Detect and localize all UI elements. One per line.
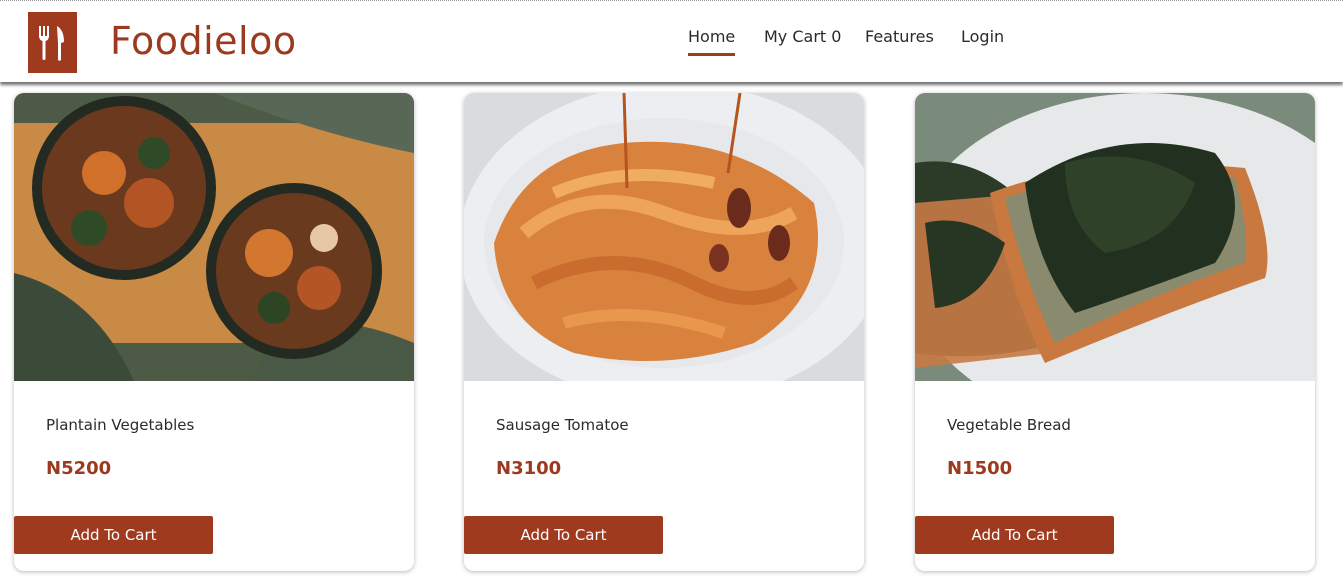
product-price: N5200 xyxy=(46,458,112,479)
spinach-toast-photo xyxy=(915,93,1315,381)
nav-my-cart[interactable]: My Cart 0 xyxy=(764,26,841,48)
site-header: Foodieloo Home My Cart 0 Features Login xyxy=(0,2,1343,82)
nav-features[interactable]: Features xyxy=(865,26,934,48)
nav-login[interactable]: Login xyxy=(961,26,1004,48)
add-to-cart-button[interactable]: Add To Cart xyxy=(915,516,1114,554)
product-name: Plantain Vegetables xyxy=(46,416,195,434)
plantain-vegetable-bowls-photo xyxy=(14,93,414,381)
product-card: Vegetable Bread N1500 Add To Cart xyxy=(915,93,1315,571)
product-card: Plantain Vegetables N5200 Add To Cart xyxy=(14,93,414,571)
product-name: Sausage Tomatoe xyxy=(496,416,629,434)
product-name: Vegetable Bread xyxy=(947,416,1071,434)
nav-home[interactable]: Home xyxy=(688,26,736,56)
tomato-pasta-plate-photo xyxy=(464,93,864,381)
brand-name[interactable]: Foodieloo xyxy=(110,18,297,64)
product-price: N1500 xyxy=(947,458,1013,479)
product-price: N3100 xyxy=(496,458,562,479)
add-to-cart-button[interactable]: Add To Cart xyxy=(464,516,663,554)
add-to-cart-button[interactable]: Add To Cart xyxy=(14,516,213,554)
product-card: Sausage Tomatoe N3100 Add To Cart xyxy=(464,93,864,571)
fork-knife-icon xyxy=(39,26,64,61)
logo[interactable] xyxy=(28,12,77,73)
